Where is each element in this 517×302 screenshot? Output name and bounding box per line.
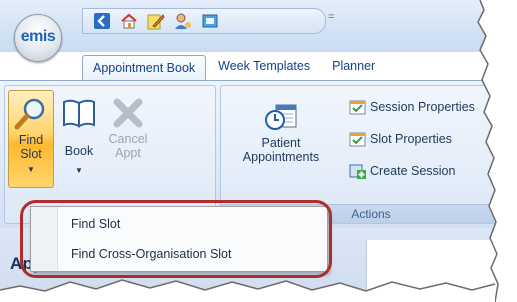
cancel-icon <box>113 98 143 128</box>
properties-icon <box>349 132 366 147</box>
tab-appointment-book[interactable]: Appointment Book <box>82 55 207 80</box>
calendar-clock-icon <box>265 104 297 130</box>
chevron-down-icon: ▼ <box>27 165 35 174</box>
slot-properties-label: Slot Properties <box>370 131 452 146</box>
menu-gutter <box>31 207 58 271</box>
cancel-label-1: Cancel <box>108 132 148 146</box>
book-button[interactable]: Book ▼ <box>59 90 99 186</box>
create-session-label: Create Session <box>370 163 456 178</box>
tab-planner[interactable]: Planner <box>322 54 385 78</box>
find-slot-label-2: Slot <box>20 147 42 161</box>
patient-appointments-label-2: Appointments <box>242 150 320 164</box>
properties-icon <box>349 100 366 115</box>
edit-icon[interactable] <box>147 12 165 30</box>
chevron-down-icon: ▼ <box>75 166 83 175</box>
switch-icon[interactable] <box>201 12 219 30</box>
cancel-label-2: Appt <box>115 146 141 160</box>
actions-group: Patient Appointments Session Properties … <box>220 85 517 224</box>
menu-item-find-slot[interactable]: Find Slot <box>71 217 120 231</box>
find-slot-button[interactable]: Find Slot ▼ <box>8 90 54 188</box>
title-bar: emis = <box>0 0 517 62</box>
content-panel <box>366 240 517 302</box>
booking-group: Find Slot ▼ Book ▼ Cancel Appt <box>4 85 216 224</box>
home-icon[interactable] <box>120 12 138 30</box>
quick-access-toolbar <box>82 8 326 34</box>
magnifier-icon <box>14 98 45 130</box>
ribbon-tabs: Appointment Book Week Templates Planner <box>82 54 387 80</box>
menu-item-find-cross-organisation-slot[interactable]: Find Cross-Organisation Slot <box>71 247 231 261</box>
back-icon[interactable] <box>93 12 111 30</box>
emis-logo: emis <box>20 28 56 45</box>
cancel-appt-button[interactable]: Cancel Appt <box>105 90 151 186</box>
user-icon[interactable] <box>174 12 192 30</box>
add-session-icon <box>349 164 366 179</box>
customize-toolbar-icon[interactable]: = <box>328 11 334 23</box>
app-menu-button[interactable]: emis <box>14 14 62 62</box>
slot-properties-button[interactable]: Slot Properties <box>349 130 452 147</box>
book-icon <box>63 99 95 128</box>
tab-week-templates[interactable]: Week Templates <box>208 54 320 78</box>
patient-appointments-button[interactable]: Patient Appointments <box>229 100 333 164</box>
session-properties-button[interactable]: Session Properties <box>349 98 475 115</box>
session-properties-label: Session Properties <box>370 99 475 114</box>
find-slot-menu: Find Slot Find Cross-Organisation Slot <box>30 206 328 272</box>
book-label: Book <box>64 144 94 158</box>
find-slot-label-1: Find <box>18 133 44 147</box>
create-session-button[interactable]: Create Session <box>349 162 455 179</box>
app-window: emis = Appointment Book Week Templates P… <box>0 0 517 302</box>
patient-appointments-label-1: Patient <box>261 136 301 150</box>
